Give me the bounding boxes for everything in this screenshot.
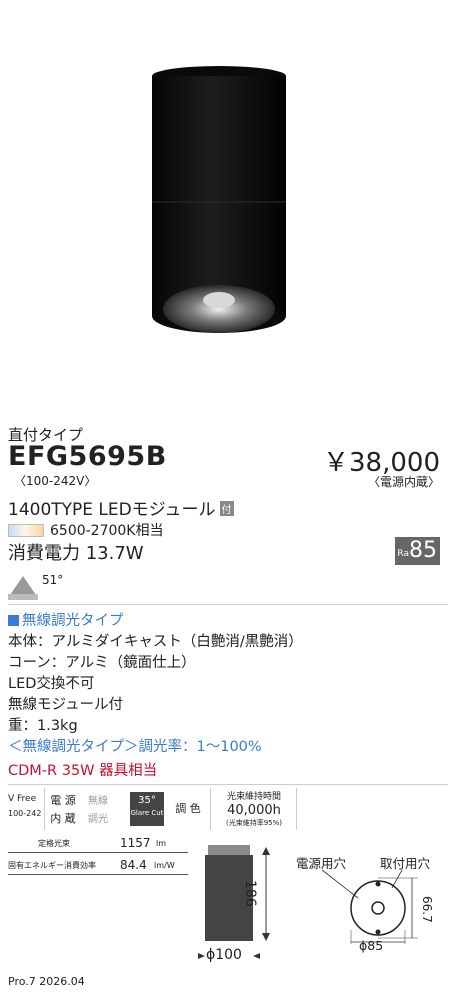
color-adjust-icon: 調 色 xyxy=(175,802,201,815)
beam-angle: 51° xyxy=(42,573,64,587)
module-label: 1400TYPE LEDモジュール xyxy=(8,500,216,520)
divider xyxy=(8,604,448,605)
lifetime-icon: 光束維持時間 40,000h (光束維持率95%) xyxy=(225,792,283,827)
wireless-dimming-icon: 無線 調光 xyxy=(88,796,108,825)
ra-value: 85 xyxy=(409,538,437,563)
spec-cone: コーン：アルミ（鏡面仕上） xyxy=(8,655,196,671)
spec-wireless: 無線モジュール付 xyxy=(8,697,123,713)
height-dimension: 186 xyxy=(242,880,258,907)
price-note: 〈電源内蔵〉 xyxy=(367,475,440,489)
ra-label: Ra xyxy=(397,549,409,559)
flux-value: 1157 xyxy=(120,836,151,850)
power-consumption: 消費電力 13.7W xyxy=(8,543,144,564)
module-line: 1400TYPE LEDモジュール付 xyxy=(8,495,234,520)
spec-section-title: 無線調光タイプ xyxy=(8,611,124,633)
color-temperature: 6500-2700K相当 xyxy=(50,523,164,539)
square-bullet-icon xyxy=(8,615,19,626)
hole-pitch: 66.7 xyxy=(420,896,434,923)
hole-diameter: ϕ85 xyxy=(359,938,384,953)
efficiency-unit: lm/W xyxy=(154,861,175,870)
spec-weight: 重：1.3kg xyxy=(8,718,78,734)
spec-equivalent: CDM-R 35W 器具相当 xyxy=(8,763,158,779)
spec-led: LED交換不可 xyxy=(8,676,95,692)
product-photo xyxy=(0,0,460,415)
footer: Pro.7 2026.04 xyxy=(8,975,85,988)
flux-unit: lm xyxy=(156,839,167,848)
module-badge: 付 xyxy=(219,501,234,516)
spec-dimming: ＜無線調光タイプ＞調光率：1～100% xyxy=(8,739,262,755)
efficiency-value: 84.4 xyxy=(120,858,147,872)
performance-table: 定格光束 1157 lm 固有エネルギー消費効率 84.4 lm/W xyxy=(8,836,198,880)
model-number: EFG5695B xyxy=(8,441,167,472)
ra-badge: Ra85 xyxy=(395,537,440,565)
diameter-dimension: ϕ100 xyxy=(206,947,242,963)
color-temperature-swatch xyxy=(8,524,44,537)
vfree-icon: V Free 100-242 xyxy=(8,794,42,818)
flux-label: 定格光束 xyxy=(38,839,70,848)
divider xyxy=(8,784,448,785)
efficiency-label: 固有エネルギー消費効率 xyxy=(8,861,96,870)
beam-angle-icon xyxy=(8,576,38,600)
glare-cut-icon: 35° Glare Cut xyxy=(130,792,164,826)
voltage: 〈100-242V〉 xyxy=(14,474,97,488)
spec-body: 本体：アルミダイキャスト（白艶消/黒艶消） xyxy=(8,634,303,650)
hole-layout-drawing xyxy=(321,869,418,944)
spec-section-label: 無線調光タイプ xyxy=(22,613,124,629)
built-in-power-icon: 電 源 内 蔵 xyxy=(50,794,76,825)
